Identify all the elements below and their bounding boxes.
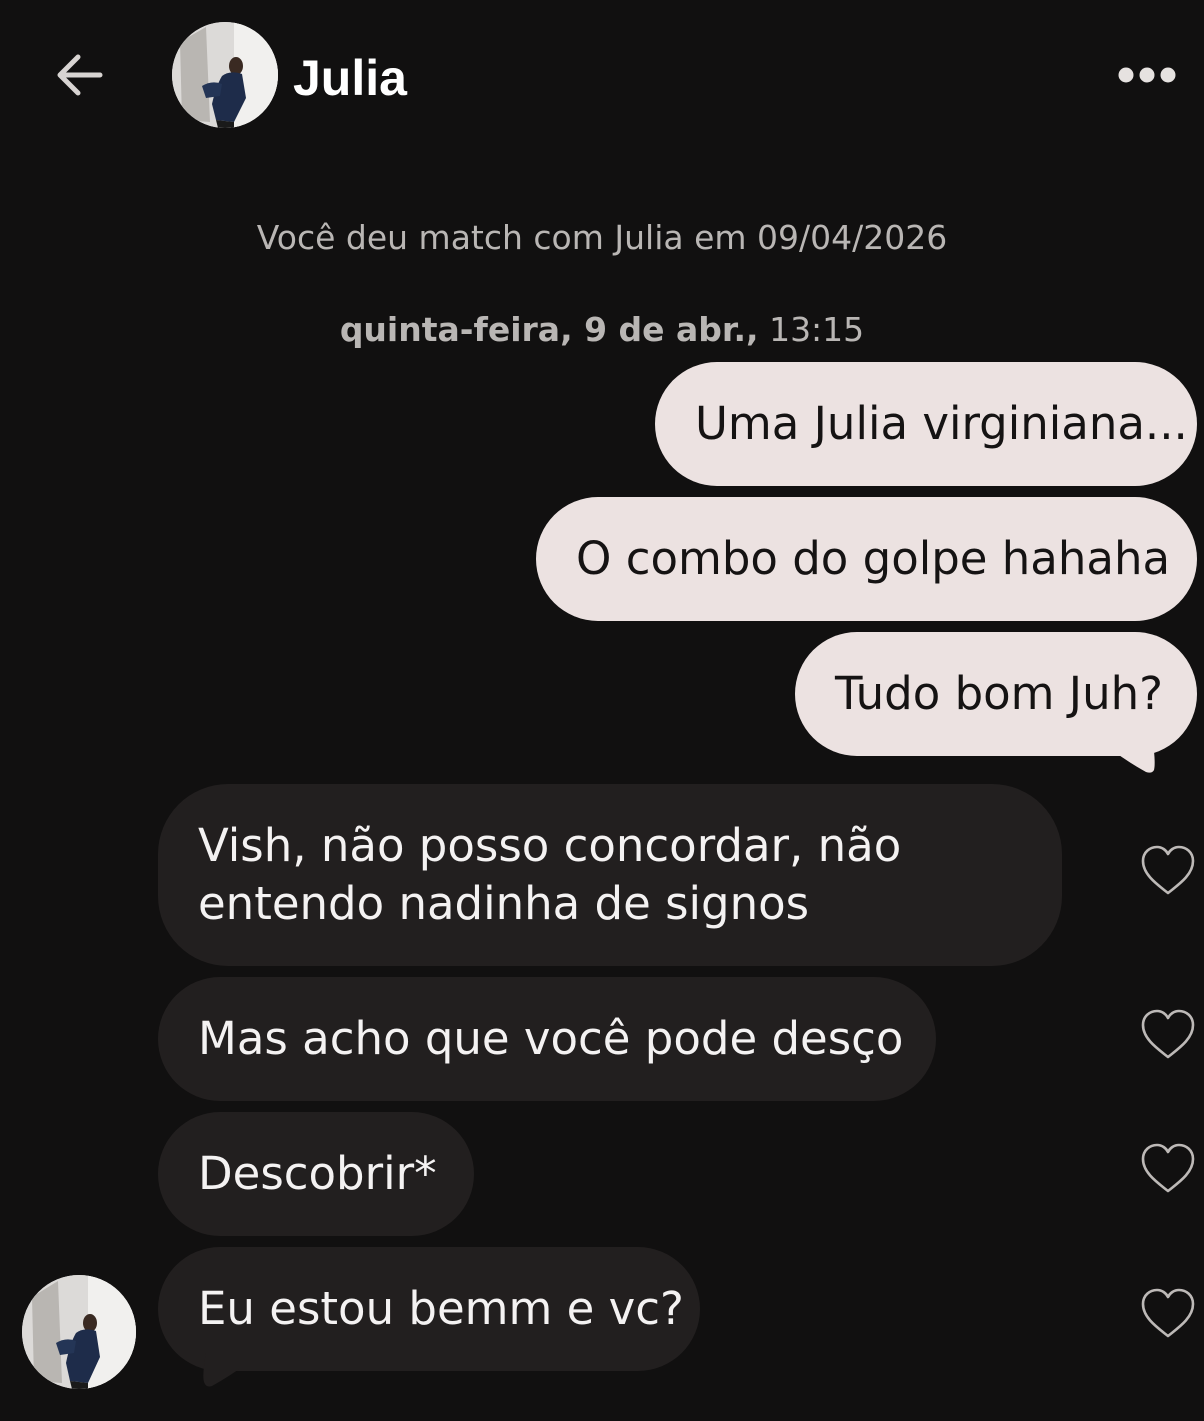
received-bubble-tail [203, 1352, 246, 1387]
day-label: quinta-feira, 9 de abr., [339, 310, 759, 349]
message-text: O combo do golpe hahaha [576, 532, 1171, 585]
sent-bubble-tail [1112, 736, 1155, 773]
received-message[interactable]: Mas acho que você pode desço [158, 977, 936, 1101]
heart-outline-icon[interactable] [1140, 844, 1196, 896]
heart-outline-icon[interactable] [1140, 1287, 1196, 1339]
match-notice: Você deu match com Julia em 09/04/2026 [256, 218, 948, 257]
more-horizontal-icon [1118, 67, 1176, 83]
heart-outline-icon[interactable] [1140, 1008, 1196, 1060]
contact-avatar[interactable] [172, 22, 278, 128]
sent-message[interactable]: O combo do golpe hahaha [536, 497, 1197, 621]
message-text: Vish, não posso concordar, não entendo n… [198, 819, 902, 930]
sender-avatar[interactable] [22, 1275, 136, 1389]
message-text: Descobrir* [198, 1147, 437, 1200]
heart-outline-icon[interactable] [1140, 1142, 1196, 1194]
time-label: 13:15 [758, 310, 865, 349]
contact-name[interactable]: Julia [293, 48, 407, 108]
chat-header: Julia [0, 0, 1204, 150]
more-options-button[interactable] [1112, 54, 1182, 96]
arrow-left-icon [57, 54, 103, 96]
message-text: Tudo bom Juh? [835, 667, 1164, 720]
day-timestamp: quinta-feira, 9 de abr., 13:15 [0, 308, 1204, 352]
message-text: Mas acho que você pode desço [198, 1012, 904, 1065]
sent-message[interactable]: Uma Julia virginiana... [655, 362, 1197, 486]
received-message[interactable]: Vish, não posso concordar, não entendo n… [158, 784, 1062, 966]
back-button[interactable] [48, 44, 110, 106]
message-text: Uma Julia virginiana... [695, 397, 1188, 450]
message-text: Eu estou bemm e vc? [198, 1282, 684, 1335]
received-message[interactable]: Descobrir* [158, 1112, 474, 1236]
